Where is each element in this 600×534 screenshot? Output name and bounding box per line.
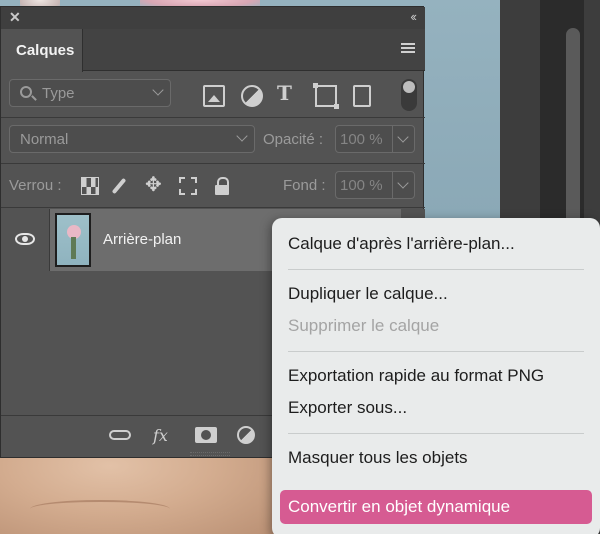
photo-hand — [0, 458, 275, 534]
chevron-down-icon — [236, 130, 248, 142]
filter-type-select[interactable]: Type — [9, 79, 171, 107]
menu-item-quick-export-png[interactable]: Exportation rapide au format PNG — [288, 366, 544, 392]
lock-position-icon[interactable]: ✥ — [145, 172, 163, 196]
close-icon[interactable]: ✕ — [9, 9, 21, 26]
fill-label: Fond : — [283, 177, 326, 194]
lock-artboard-icon[interactable] — [179, 177, 197, 195]
opacity-field[interactable]: 100 % — [335, 125, 415, 153]
eye-icon[interactable] — [15, 233, 35, 245]
menu-divider — [288, 433, 584, 434]
text-filter-icon[interactable]: T — [277, 81, 299, 105]
hamburger-icon[interactable] — [401, 43, 415, 55]
panel-title-bar[interactable]: ✕ ‹‹ — [1, 7, 425, 29]
lock-all-icon[interactable] — [213, 177, 231, 195]
chevron-down-icon[interactable] — [392, 172, 414, 198]
menu-divider — [288, 351, 584, 352]
lock-pixels-icon[interactable] — [81, 177, 99, 195]
panel-tab-bar: Calques — [1, 29, 425, 72]
fill-field[interactable]: 100 % — [335, 171, 415, 199]
layer-thumbnail[interactable] — [55, 213, 91, 267]
context-menu: Calque d'après l'arrière-plan... Dupliqu… — [272, 218, 600, 534]
menu-item-export-as[interactable]: Exporter sous... — [288, 398, 407, 424]
layer-name[interactable]: Arrière-plan — [103, 231, 181, 248]
opacity-value: 100 % — [340, 131, 383, 148]
divider — [1, 117, 425, 118]
adjustment-filter-icon[interactable] — [241, 85, 263, 107]
menu-item-convert-to-smart-object[interactable]: Convertir en objet dynamique — [288, 497, 510, 523]
tab-calques[interactable]: Calques — [1, 29, 83, 72]
mask-icon[interactable] — [195, 427, 217, 443]
link-icon[interactable] — [109, 430, 131, 440]
menu-item-layer-from-background[interactable]: Calque d'après l'arrière-plan... — [288, 234, 515, 260]
blend-mode-value: Normal — [20, 131, 69, 148]
divider — [49, 209, 50, 271]
collapse-icon[interactable]: ‹‹ — [410, 9, 417, 24]
menu-item-delete-layer: Supprimer le calque — [288, 316, 440, 335]
panel-resize-grip[interactable] — [190, 452, 230, 456]
search-icon — [20, 86, 32, 98]
menu-item-duplicate-layer[interactable]: Dupliquer le calque... — [288, 284, 448, 310]
opacity-label: Opacité : — [263, 131, 324, 148]
fill-value: 100 % — [340, 177, 383, 194]
adjustment-layer-icon[interactable] — [237, 426, 255, 444]
filter-type-label: Type — [42, 85, 75, 102]
lock-paint-icon[interactable] — [113, 177, 131, 195]
dock-scrollbar[interactable] — [566, 28, 580, 248]
divider — [1, 207, 425, 208]
smart-object-filter-icon[interactable] — [353, 85, 371, 107]
menu-divider — [288, 269, 584, 270]
menu-item-hide-all-objects[interactable]: Masquer tous les objets — [288, 448, 468, 474]
fx-icon[interactable]: fx — [153, 426, 168, 445]
chevron-down-icon — [152, 84, 164, 96]
lock-label: Verrou : — [9, 177, 62, 194]
shape-filter-icon[interactable] — [313, 83, 339, 109]
blend-mode-select[interactable]: Normal — [9, 125, 255, 153]
photo-hand-crease — [30, 500, 170, 518]
chevron-down-icon[interactable] — [392, 126, 414, 152]
divider — [1, 163, 425, 164]
image-filter-icon[interactable] — [203, 85, 225, 107]
filter-toggle[interactable] — [401, 79, 417, 111]
